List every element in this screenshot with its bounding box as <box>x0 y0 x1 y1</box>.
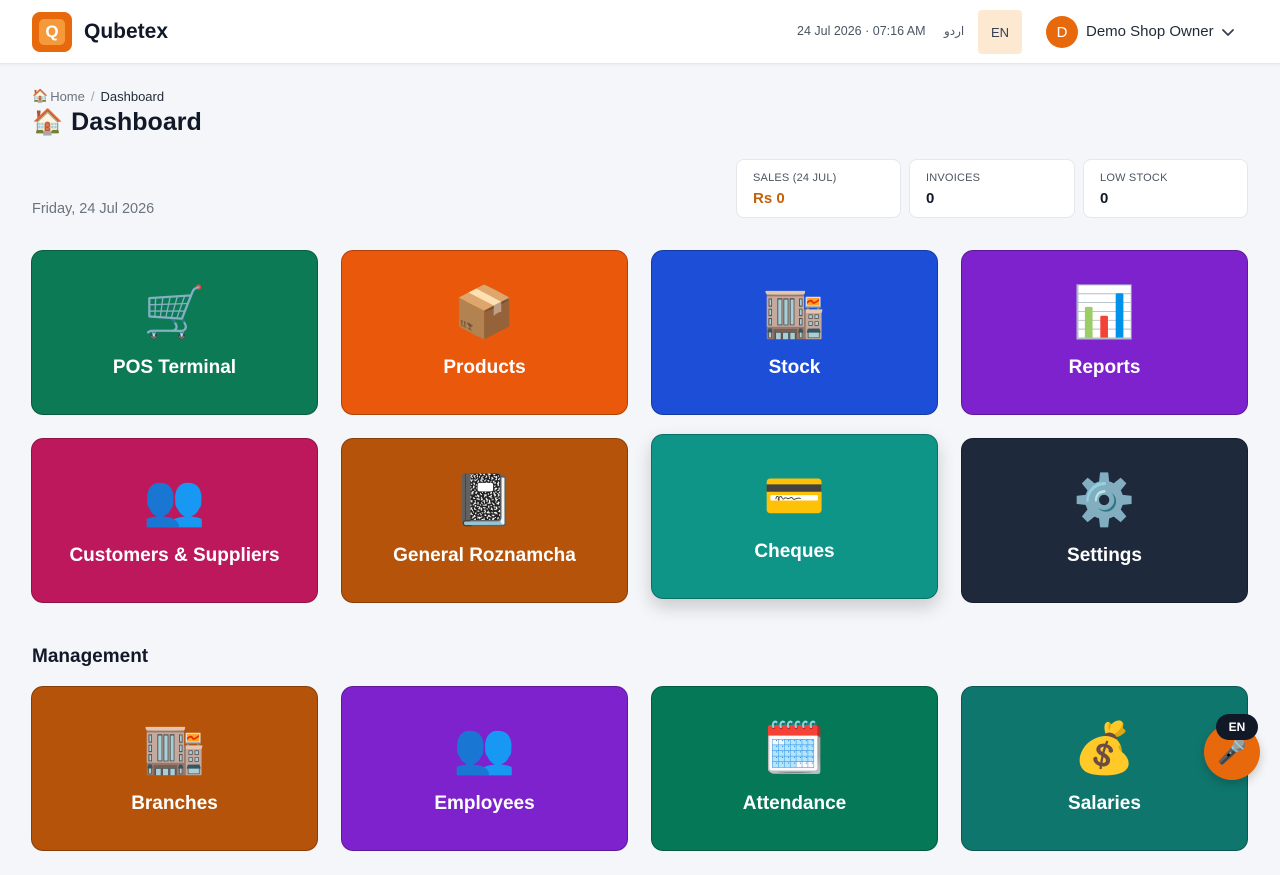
stat-card-invoices: INVOICES 0 <box>909 159 1075 218</box>
people-icon: 👥 <box>143 471 206 529</box>
tile-pos-terminal[interactable]: 🛒 POS Terminal <box>31 250 318 415</box>
tile-label: Branches <box>131 793 218 814</box>
tile-label: Settings <box>1067 545 1142 566</box>
stat-label: SALES (24 JUL) <box>753 172 837 184</box>
breadcrumb-separator: / <box>90 88 95 104</box>
package-icon: 📦 <box>453 283 516 341</box>
money-bag-icon: 💰 <box>1073 719 1136 777</box>
language-urdu-button[interactable]: اردو <box>944 24 964 38</box>
current-datetime: 24 Jul 2026 · 07:16 AM <box>797 24 926 38</box>
calendar-icon: 🗓️ <box>763 719 826 777</box>
tile-reports[interactable]: 📊 Reports <box>961 250 1248 415</box>
breadcrumb-home-link[interactable]: 🏠 Home <box>32 88 85 104</box>
tile-products[interactable]: 📦 Products <box>341 250 628 415</box>
tile-branches[interactable]: 🏬 Branches <box>31 686 318 851</box>
page-title: 🏠 Dashboard <box>32 108 202 137</box>
logo-letter: Q <box>39 19 65 45</box>
tile-general-roznamcha[interactable]: 📓 General Roznamcha <box>341 438 628 603</box>
stat-value: 0 <box>926 190 935 207</box>
tile-label: POS Terminal <box>112 357 237 378</box>
tile-salaries[interactable]: 💰 Salaries <box>961 686 1248 851</box>
stat-label: INVOICES <box>926 172 981 184</box>
microphone-icon: 🎤 <box>1217 738 1247 766</box>
page-title-text: Dashboard <box>71 108 202 136</box>
tile-label: Cheques <box>754 541 835 562</box>
chevron-down-icon[interactable] <box>1220 24 1236 40</box>
stat-value: 0 <box>1100 190 1109 207</box>
tile-label: Customers & Suppliers <box>69 545 280 566</box>
language-english-button[interactable]: EN <box>978 10 1022 54</box>
department-store-icon: 🏬 <box>763 283 826 341</box>
stat-value: Rs 0 <box>753 190 785 207</box>
people-icon: 👥 <box>453 719 516 777</box>
avatar[interactable]: D <box>1046 16 1078 48</box>
top-bar: Q Qubetex 24 Jul 2026 · 07:16 AM اردو EN… <box>0 0 1280 64</box>
tile-customers-suppliers[interactable]: 👥 Customers & Suppliers <box>31 438 318 603</box>
home-icon: 🏠 <box>32 108 64 136</box>
stat-label: LOW STOCK <box>1100 172 1168 184</box>
breadcrumb-current: Dashboard <box>100 88 165 104</box>
home-icon: 🏠 <box>32 88 49 103</box>
stat-card-low-stock: LOW STOCK 0 <box>1083 159 1248 218</box>
tile-employees[interactable]: 👥 Employees <box>341 686 628 851</box>
credit-card-icon: 💳 <box>763 467 826 525</box>
tile-label: Products <box>443 357 526 378</box>
tile-settings[interactable]: ⚙️ Settings <box>961 438 1248 603</box>
tile-label: Reports <box>1068 357 1141 378</box>
tile-attendance[interactable]: 🗓️ Attendance <box>651 686 938 851</box>
bar-chart-icon: 📊 <box>1073 283 1136 341</box>
breadcrumb-home-label: Home <box>50 88 85 104</box>
tile-label: Employees <box>434 793 535 814</box>
brand-name: Qubetex <box>84 20 169 43</box>
tile-cheques[interactable]: 💳 Cheques <box>651 434 938 599</box>
tile-label: Salaries <box>1068 793 1141 814</box>
tile-stock[interactable]: 🏬 Stock <box>651 250 938 415</box>
tile-label: Attendance <box>742 793 847 814</box>
user-menu-name[interactable]: Demo Shop Owner <box>1086 23 1214 40</box>
app-logo[interactable]: Q <box>32 12 72 52</box>
stat-card-sales: SALES (24 JUL) Rs 0 <box>736 159 901 218</box>
tile-label: General Roznamcha <box>393 545 576 566</box>
notebook-icon: 📓 <box>453 471 516 529</box>
gear-icon: ⚙️ <box>1073 471 1136 529</box>
breadcrumb: 🏠 Home / Dashboard <box>32 88 164 104</box>
current-date: Friday, 24 Jul 2026 <box>32 201 155 217</box>
voice-language-badge[interactable]: EN <box>1216 714 1258 740</box>
department-store-icon: 🏬 <box>143 719 206 777</box>
shopping-cart-icon: 🛒 <box>143 283 206 341</box>
management-section-title: Management <box>32 646 149 667</box>
tile-label: Stock <box>768 357 821 378</box>
